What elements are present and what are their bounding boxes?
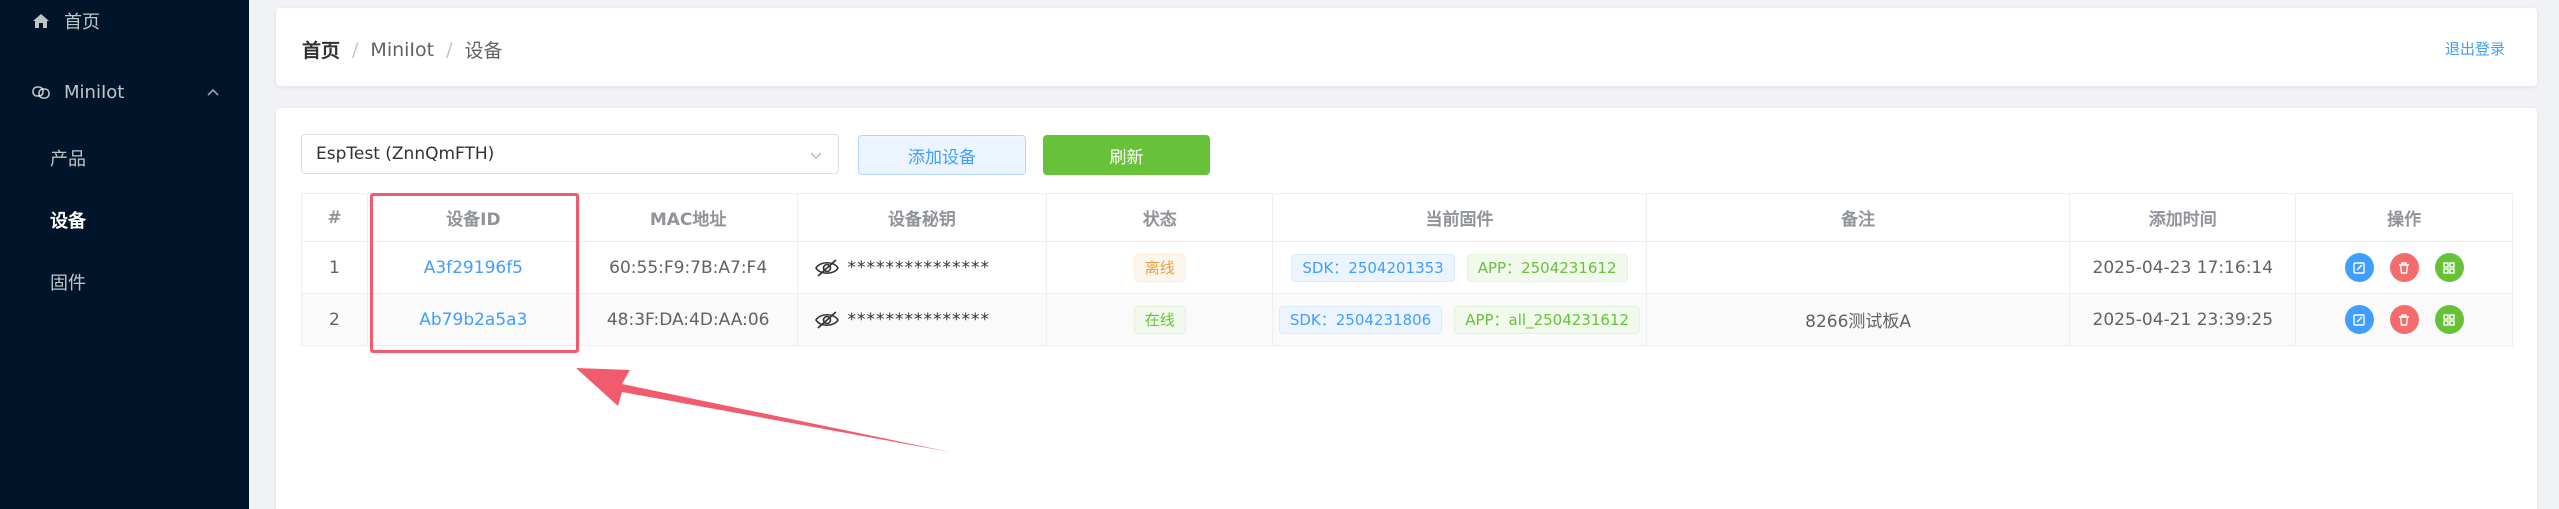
sidebar: 首页 MiniIot 产品 设备 固件 xyxy=(0,0,249,509)
eye-hidden-icon[interactable] xyxy=(814,258,840,278)
top-header: 首页 / MiniIot / 设备 退出登录 xyxy=(276,8,2537,86)
mac-cell: 60:55:F9:7B:A7:F4 xyxy=(580,242,798,293)
product-select[interactable]: EspTest (ZnnQmFTH) xyxy=(301,134,839,174)
sdk-badge: SDK：2504201353 xyxy=(1291,253,1455,282)
breadcrumb-separator: / xyxy=(352,38,359,61)
edit-icon[interactable] xyxy=(2344,253,2374,282)
product-select-value: EspTest (ZnnQmFTH) xyxy=(316,144,495,164)
status-cell: 在线 xyxy=(1047,294,1274,345)
sdk-badge: SDK：2504231806 xyxy=(1278,305,1443,334)
qrcode-icon[interactable] xyxy=(2434,253,2464,282)
table-row: 1 A3f29196f5 60:55:F9:7B:A7:F4 *********… xyxy=(302,242,2512,294)
breadcrumb-device: 设备 xyxy=(464,40,503,62)
eye-hidden-icon[interactable] xyxy=(814,310,840,330)
annotation-arrow xyxy=(576,368,950,452)
column-header: 添加时间 xyxy=(2070,194,2297,241)
column-header: MAC地址 xyxy=(580,194,798,241)
link-icon xyxy=(30,81,52,103)
sidebar-item-device[interactable]: 设备 xyxy=(0,204,249,236)
sidebar-item-label: 设备 xyxy=(50,211,86,232)
table-header-row: # 设备ID MAC地址 设备秘钥 状态 当前固件 备注 添加时间 操作 xyxy=(302,194,2512,242)
sidebar-group-miniiot[interactable]: MiniIot xyxy=(0,76,249,108)
edit-icon[interactable] xyxy=(2344,305,2374,334)
sidebar-item-label: 产品 xyxy=(50,149,86,170)
app-badge: APP：2504231612 xyxy=(1466,253,1628,282)
row-index: 2 xyxy=(302,294,368,345)
column-header: 设备秘钥 xyxy=(798,194,1048,241)
column-header: 当前固件 xyxy=(1273,194,1647,241)
sidebar-item-label: 首页 xyxy=(64,12,100,33)
breadcrumb-separator: / xyxy=(446,38,453,61)
column-header: # xyxy=(302,194,368,241)
actions-cell xyxy=(2296,242,2512,293)
firmware-cell: SDK：2504201353 APP：2504231612 xyxy=(1273,242,1647,293)
delete-icon[interactable] xyxy=(2389,305,2419,334)
added-time-cell: 2025-04-23 17:16:14 xyxy=(2070,242,2297,293)
refresh-button[interactable]: 刷新 xyxy=(1043,135,1210,175)
column-header: 操作 xyxy=(2387,210,2422,230)
row-index: 1 xyxy=(302,242,368,293)
add-device-button[interactable]: 添加设备 xyxy=(858,135,1026,175)
sidebar-item-label: 固件 xyxy=(50,273,86,294)
note-cell xyxy=(1647,242,2071,293)
app-badge: APP：all_2504231612 xyxy=(1454,305,1641,334)
column-header: 状态 xyxy=(1047,194,1274,241)
column-header: 备注 xyxy=(1647,194,2071,241)
annotation-highlight-box xyxy=(370,193,579,353)
actions-cell xyxy=(2296,294,2512,345)
sidebar-group-label: MiniIot xyxy=(64,81,125,103)
secret-cell: *************** xyxy=(798,294,1048,345)
status-cell: 离线 xyxy=(1047,242,1274,293)
status-badge: 在线 xyxy=(1133,305,1186,334)
secret-mask: *************** xyxy=(847,309,991,330)
breadcrumb-home[interactable]: 首页 xyxy=(302,36,340,63)
note-cell: 8266测试板A xyxy=(1647,294,2071,345)
breadcrumb: 首页 / MiniIot / 设备 xyxy=(302,36,503,63)
sidebar-item-product[interactable]: 产品 xyxy=(0,142,249,174)
firmware-cell: SDK：2504231806 APP：all_2504231612 xyxy=(1273,294,1647,345)
secret-mask: *************** xyxy=(847,257,991,278)
sidebar-item-home[interactable]: 首页 xyxy=(0,6,249,36)
logout-link[interactable]: 退出登录 xyxy=(2445,38,2505,59)
sidebar-item-firmware[interactable]: 固件 xyxy=(0,266,249,298)
status-badge: 离线 xyxy=(1133,253,1186,282)
device-table: # 设备ID MAC地址 设备秘钥 状态 当前固件 备注 添加时间 操作 1 A… xyxy=(301,193,2513,346)
qrcode-icon[interactable] xyxy=(2434,305,2464,334)
table-row: 2 Ab79b2a5a3 48:3F:DA:4D:AA:06 *********… xyxy=(302,294,2512,346)
breadcrumb-miniiot: MiniIot xyxy=(370,38,435,61)
delete-icon[interactable] xyxy=(2389,253,2419,282)
chevron-up-icon xyxy=(203,82,223,102)
secret-cell: *************** xyxy=(798,242,1048,293)
added-time-cell: 2025-04-21 23:39:25 xyxy=(2070,294,2297,345)
home-icon xyxy=(30,10,52,32)
mac-cell: 48:3F:DA:4D:AA:06 xyxy=(580,294,798,345)
chevron-down-icon xyxy=(808,147,824,163)
